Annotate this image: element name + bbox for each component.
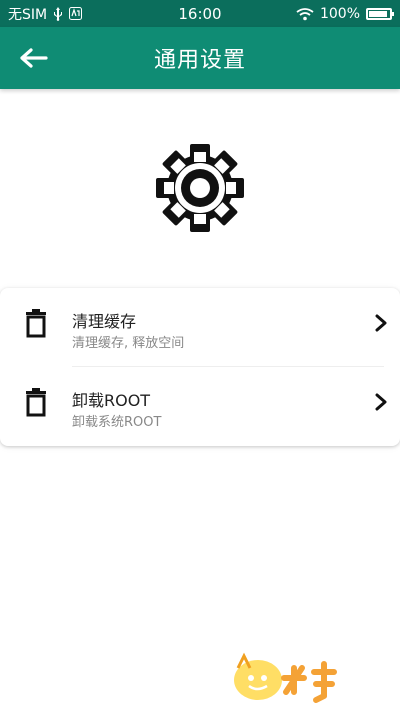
page-title: 通用设置 xyxy=(153,48,246,73)
arrow-left-icon xyxy=(20,48,48,68)
wifi-icon xyxy=(296,7,314,21)
settings-item-subtitle: 清理缓存, 释放空间 xyxy=(72,336,185,351)
settings-item-title: 卸载ROOT xyxy=(72,391,151,410)
status-bar-left: 无SIM xyxy=(8,4,158,24)
status-time: 16:00 xyxy=(178,4,222,23)
nfc-badge-icon xyxy=(69,7,83,20)
watermark-logo xyxy=(224,650,400,708)
settings-item-title: 清理缓存 xyxy=(72,312,137,331)
trash-icon xyxy=(24,387,48,417)
settings-item-subtitle: 卸载系统ROOT xyxy=(72,415,162,430)
settings-item-uninstall-root[interactable]: 卸载ROOT 卸载系统ROOT xyxy=(0,367,400,445)
status-bar: 无SIM 16:00 100% xyxy=(0,0,400,27)
chevron-right-icon xyxy=(374,313,388,333)
gear-icon xyxy=(152,140,248,236)
status-bar-right: 100% xyxy=(242,5,394,22)
chevron-right-icon xyxy=(374,392,388,412)
app-bar: 通用设置 xyxy=(0,27,400,89)
settings-card: 清理缓存 清理缓存, 释放空间 卸载ROOT 卸载系统ROOT xyxy=(0,288,400,446)
battery-percent: 100% xyxy=(319,5,360,22)
usb-icon xyxy=(53,6,63,21)
trash-icon xyxy=(24,308,48,338)
battery-level xyxy=(369,10,387,17)
carrier-label: 无SIM xyxy=(8,6,48,23)
back-button[interactable] xyxy=(18,45,50,71)
settings-item-clear-cache[interactable]: 清理缓存 清理缓存, 释放空间 xyxy=(0,288,400,367)
battery-icon xyxy=(366,7,394,20)
